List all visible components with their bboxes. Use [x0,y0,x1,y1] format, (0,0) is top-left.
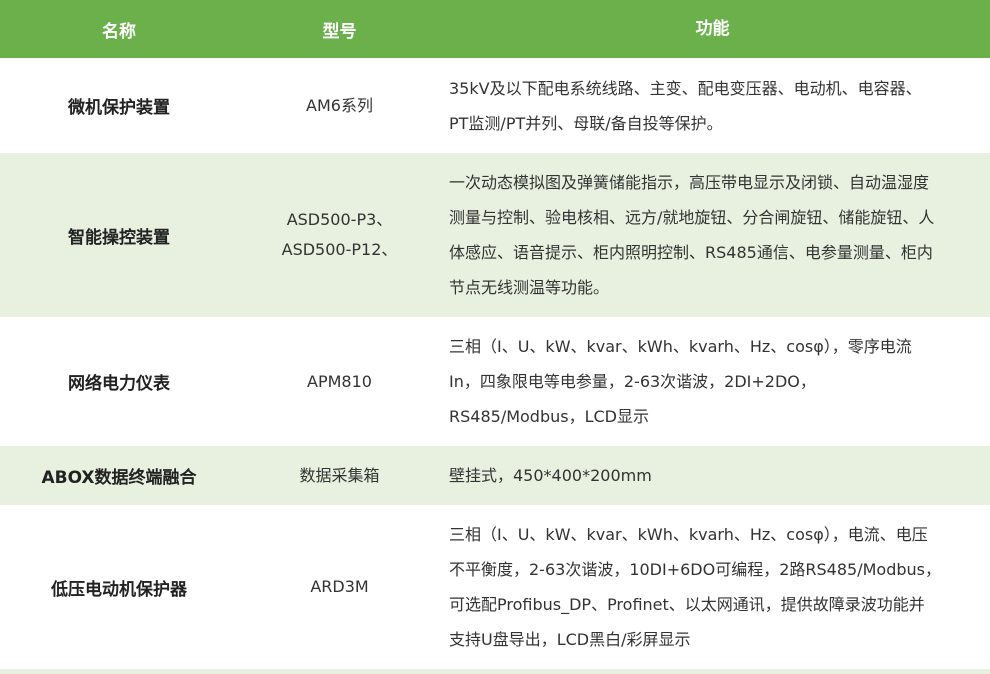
row-model: ASD500-P3、 ASD500-P12、 [238,153,441,317]
model-line: AM6系列 [306,95,373,115]
header-name: 名称 [102,21,136,42]
table-row-partial [0,669,990,674]
row-name: 微机保护装置 [68,98,170,118]
model-line: APM810 [307,371,372,391]
header-function-label: 功能 [695,18,730,39]
table-row: 低压电动机保护器 ARD3M 三相（I、U、kW、kvar、kWh、kvarh、… [0,505,990,669]
row-function: 三相（I、U、kW、kvar、kWh、kvarh、Hz、cosφ），零序电流 I… [441,317,990,446]
row-function: 壁挂式，450*400*200mm [441,446,990,505]
row-name: 低压电动机保护器 [51,579,187,600]
row-model: ARD3M [238,505,441,669]
function-text: 一次动态模拟图及弹簧储能指示，高压带电显示及闭锁、自动温湿度 测量与控制、验电核… [449,173,935,297]
row-name: ABOX数据终端融合 [41,468,197,488]
row-function: 35kV及以下配电系统线路、主变、配电变压器、电动机、电容器、 PT监测/PT并… [441,58,990,153]
row-name: 智能操控装置 [68,227,170,248]
table-row: 智能操控装置 ASD500-P3、 ASD500-P12、 一次动态模拟图及弹簧… [0,153,990,317]
product-table: 名称 型号 功能 微机保护装置 AM6系列 35kV及以下配电系统线路、主变、配… [0,0,990,674]
table-row: 网络电力仪表 APM810 三相（I、U、kW、kvar、kWh、kvarh、H… [0,317,990,446]
row-model: APM810 [238,317,441,446]
row-name: 网络电力仪表 [68,374,170,394]
model-line: 数据采集箱 [299,465,380,485]
row-function: 三相（I、U、kW、kvar、kWh、kvarh、Hz、cosφ），电流、电压 … [441,505,990,669]
row-model: 数据采集箱 [238,446,441,505]
table-row: ABOX数据终端融合 数据采集箱 壁挂式，450*400*200mm [0,446,990,505]
header-model: 型号 [322,21,357,42]
function-text: 35kV及以下配电系统线路、主变、配电变压器、电动机、电容器、 PT监测/PT并… [449,78,922,133]
row-model: AM6系列 [238,58,441,153]
header-function: 功能 [441,0,990,58]
model-line: ASD500-P12、 [281,240,398,259]
function-text: 三相（I、U、kW、kvar、kWh、kvarh、Hz、cosφ），电流、电压 … [449,525,941,649]
model-line: ARD3M [310,577,369,596]
model-line: ASD500-P3、 [286,210,393,229]
row-function: 一次动态模拟图及弹簧储能指示，高压带电显示及闭锁、自动温湿度 测量与控制、验电核… [441,153,990,317]
function-text: 三相（I、U、kW、kvar、kWh、kvarh、Hz、cosφ），零序电流 I… [449,337,912,426]
table-row: 微机保护装置 AM6系列 35kV及以下配电系统线路、主变、配电变压器、电动机、… [0,58,990,153]
function-text: 壁挂式，450*400*200mm [449,466,652,485]
table-header: 名称 型号 功能 [0,0,990,58]
